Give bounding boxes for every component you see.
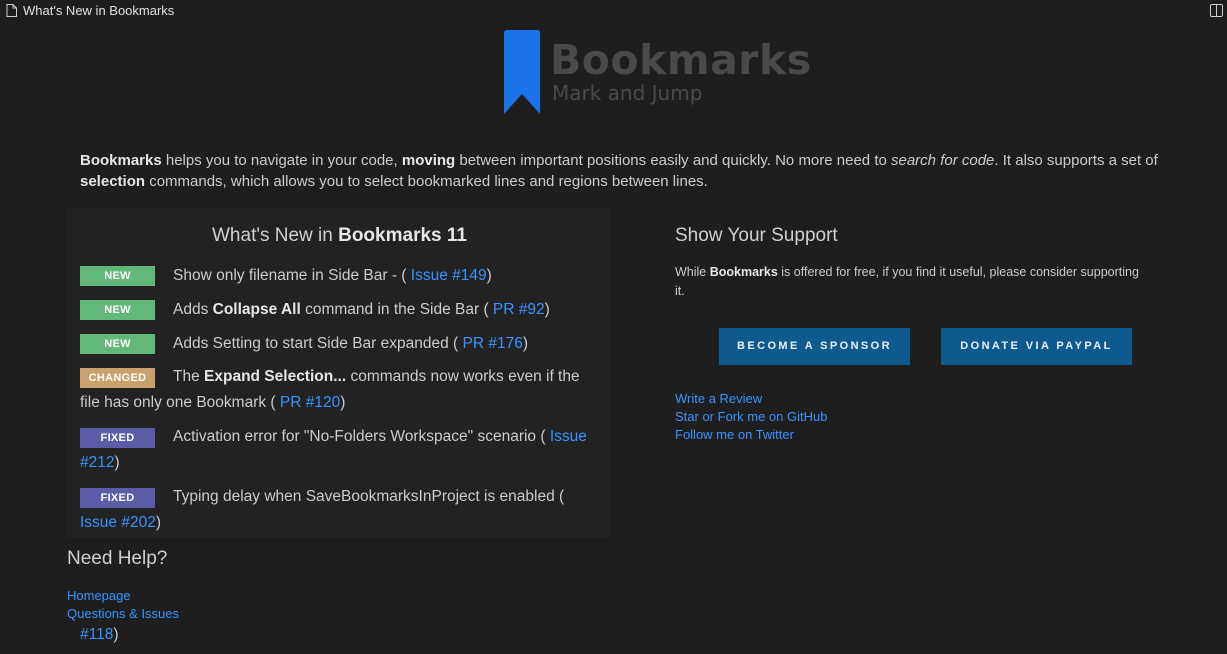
intro-paragraph: Bookmarks helps you to navigate in your … bbox=[80, 152, 1158, 190]
write-review-link[interactable]: Write a Review bbox=[675, 390, 827, 408]
editor-tab-bar: What's New in Bookmarks bbox=[0, 0, 1227, 22]
pr-link[interactable]: PR #120 bbox=[280, 394, 340, 411]
split-editor-icon[interactable] bbox=[1210, 4, 1223, 20]
changelog-item: Typing delay when SaveBookmarksInProject… bbox=[80, 488, 565, 531]
support-text: While Bookmarks is offered for free, if … bbox=[675, 265, 1139, 298]
issue-link[interactable]: Issue #149 bbox=[411, 267, 487, 284]
logo-tagline: Mark and Jump bbox=[552, 81, 703, 105]
become-sponsor-button[interactable]: BECOME A SPONSOR bbox=[719, 328, 910, 365]
support-title: Show Your Support bbox=[675, 225, 838, 246]
changelog-item: Show only filename in Side Bar - ( Issue… bbox=[173, 267, 492, 284]
issue-link[interactable]: Issue #202 bbox=[80, 514, 156, 531]
whats-new-title: What's New in Bookmarks 11 bbox=[212, 225, 467, 246]
questions-issues-link[interactable]: Questions & Issues bbox=[67, 605, 179, 623]
changelog-item: Activation error for "No-Folders Workspa… bbox=[80, 428, 587, 471]
logo-name: Bookmarks bbox=[550, 36, 812, 84]
help-title: Need Help? bbox=[67, 548, 168, 569]
overlapping-text-fragment: #118) bbox=[80, 626, 119, 643]
pr-link[interactable]: PR #92 bbox=[493, 301, 545, 318]
support-links: Write a Review Star or Fork me on GitHub… bbox=[675, 390, 827, 444]
pr-link[interactable]: #118 bbox=[80, 626, 113, 643]
homepage-link[interactable]: Homepage bbox=[67, 587, 179, 605]
changelog-item: Adds Collapse All command in the Side Ba… bbox=[173, 301, 550, 318]
tab-title[interactable]: What's New in Bookmarks bbox=[23, 3, 174, 18]
github-link[interactable]: Star or Fork me on GitHub bbox=[675, 408, 827, 426]
whats-new-panel: What's New in Bookmarks 11 NEW Show only… bbox=[66, 208, 611, 538]
changelog-item: Adds Setting to start Side Bar expanded … bbox=[173, 335, 529, 352]
file-icon bbox=[6, 4, 17, 20]
pr-link[interactable]: PR #176 bbox=[463, 335, 523, 352]
changelog-item: The Expand Selection... commands now wor… bbox=[80, 368, 580, 411]
help-links: Homepage Questions & Issues bbox=[67, 587, 179, 623]
twitter-link[interactable]: Follow me on Twitter bbox=[675, 426, 827, 444]
bookmark-icon bbox=[504, 30, 540, 114]
bookmarks-logo: Bookmarks Mark and Jump bbox=[504, 30, 811, 120]
donate-paypal-button[interactable]: DONATE VIA PAYPAL bbox=[941, 328, 1132, 365]
